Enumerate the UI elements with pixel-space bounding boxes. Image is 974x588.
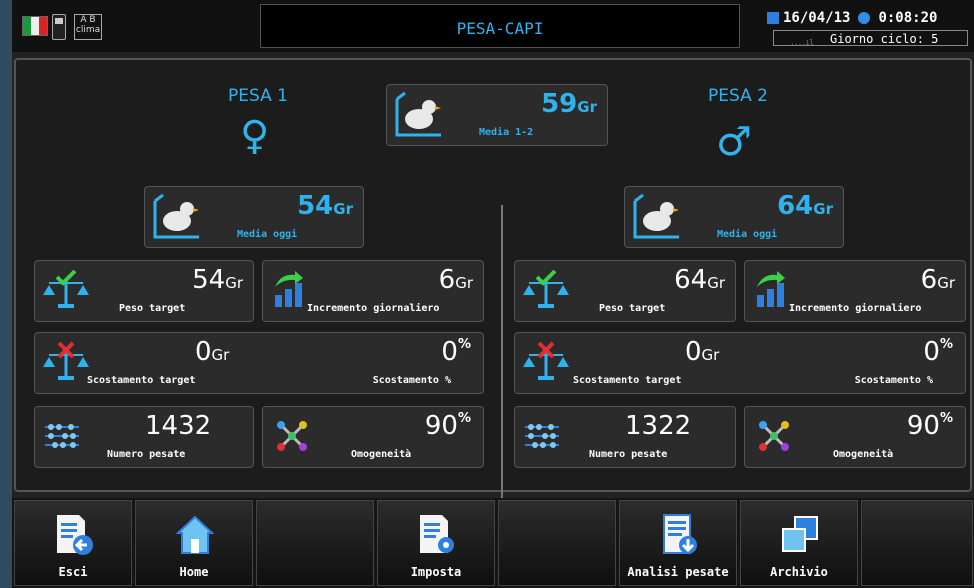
pesa1-incremento-label: Incremento giornaliero bbox=[307, 303, 440, 314]
scale-cross-icon bbox=[43, 341, 89, 380]
female-symbol-icon: ♀ bbox=[240, 113, 270, 159]
bar-chart-up-icon bbox=[275, 271, 303, 307]
pesa1-scostamento-pct-label: Scostamento % bbox=[372, 375, 451, 386]
archivio-label: Archivio bbox=[770, 565, 828, 579]
center-divider bbox=[501, 205, 503, 525]
pesa2-omogeneita-label: Omogeneità bbox=[833, 449, 894, 460]
pesa1-omogeneita-value: 90% bbox=[424, 411, 471, 441]
pesa1-incremento-value: 6Gr bbox=[438, 265, 473, 295]
italian-flag-icon[interactable] bbox=[22, 16, 48, 36]
scale-cross-icon bbox=[523, 341, 569, 380]
chick-icon bbox=[153, 193, 199, 239]
date-text: 16/04/13 bbox=[783, 10, 851, 26]
calendar-icon bbox=[767, 12, 779, 24]
imposta-label: Imposta bbox=[410, 565, 462, 579]
empty-button-1[interactable] bbox=[256, 500, 374, 586]
pesa2-incremento-value: 6Gr bbox=[920, 265, 955, 295]
time-text: 0:08:20 bbox=[878, 10, 938, 26]
analisi-pesate-label: Analisi pesate bbox=[627, 565, 729, 579]
settings-document-icon bbox=[420, 515, 454, 553]
pesa1-media-card[interactable]: 54Gr Media oggi bbox=[144, 186, 364, 248]
top-bar: A Bclima PESA-CAPI 16/04/13 0:08:20 ....ı… bbox=[12, 0, 974, 52]
pesa2-media-card[interactable]: 64Gr Media oggi bbox=[624, 186, 844, 248]
molecule-icon bbox=[277, 421, 307, 451]
molecule-icon bbox=[759, 421, 789, 451]
chick-icon bbox=[633, 193, 679, 239]
usb-icon[interactable] bbox=[52, 14, 66, 40]
media-1-2-value: 59Gr bbox=[541, 89, 597, 119]
esci-button[interactable]: Esci bbox=[14, 500, 132, 586]
male-symbol-icon: ♂ bbox=[716, 119, 752, 165]
pesa1-numero-label: Numero pesate bbox=[107, 449, 186, 460]
pesa2-scostamento-pct-value: 0% bbox=[923, 337, 953, 367]
pesa2-scostamento-label: Scostamento target bbox=[573, 375, 682, 386]
analisi-pesate-button[interactable]: Analisi pesate bbox=[619, 500, 737, 586]
pesa1-title: PESA 1 bbox=[228, 86, 288, 106]
pesa2-scostamento-value: 0Gr bbox=[685, 337, 720, 367]
bar-chart-up-icon bbox=[757, 271, 785, 307]
cycle-text: Giorno ciclo: 5 bbox=[830, 32, 939, 46]
date-time: 16/04/13 0:08:20 bbox=[767, 10, 937, 26]
title-box: PESA-CAPI bbox=[260, 4, 740, 48]
home-icon bbox=[176, 515, 214, 554]
pesa1-numero-value: 1432 bbox=[145, 411, 212, 441]
pesa1-scostamento-card[interactable]: 0Gr Scostamento target 0% Scostamento % bbox=[34, 332, 484, 394]
signal-icon: ....ıl bbox=[790, 38, 814, 47]
clima-ab-icon[interactable]: A Bclima bbox=[74, 14, 102, 40]
empty-button-3[interactable] bbox=[861, 500, 973, 586]
media-1-2-card[interactable]: 59Gr Media 1-2 bbox=[386, 84, 608, 146]
scale-check-icon bbox=[43, 269, 89, 308]
pesa2-peso-target-card[interactable]: 64Gr Peso target bbox=[514, 260, 736, 322]
archive-windows-icon bbox=[782, 516, 818, 552]
pesa1-omogeneita-label: Omogeneità bbox=[351, 449, 412, 460]
pesa1-incremento-card[interactable]: 6Gr Incremento giornaliero bbox=[262, 260, 484, 322]
pesa2-peso-target-label: Peso target bbox=[599, 303, 666, 314]
pesa2-media-label: Media oggi bbox=[717, 229, 778, 240]
pesa2-omogeneita-value: 90% bbox=[906, 411, 953, 441]
analysis-document-icon bbox=[663, 514, 697, 554]
pesa1-media-value: 54Gr bbox=[297, 191, 353, 221]
pesa1-peso-target-card[interactable]: 54Gr Peso target bbox=[34, 260, 254, 322]
abacus-icon bbox=[525, 424, 559, 448]
pesa1-numero-card[interactable]: 1432 Numero pesate bbox=[34, 406, 254, 468]
pesa2-incremento-card[interactable]: 6Gr Incremento giornaliero bbox=[744, 260, 966, 322]
cycle-box: ....ıl Giorno ciclo: 5 bbox=[773, 30, 968, 47]
pesa2-scostamento-pct-label: Scostamento % bbox=[854, 375, 933, 386]
screen: A Bclima PESA-CAPI 16/04/13 0:08:20 ....ı… bbox=[12, 0, 974, 588]
media-1-2-label: Media 1-2 bbox=[479, 127, 534, 138]
scale-check-icon bbox=[523, 269, 569, 308]
home-label: Home bbox=[179, 565, 209, 579]
pesa2-scostamento-card[interactable]: 0Gr Scostamento target 0% Scostamento % bbox=[514, 332, 966, 394]
pesa1-scostamento-label: Scostamento target bbox=[87, 375, 196, 386]
page-title: PESA-CAPI bbox=[456, 19, 544, 38]
pesa2-omogeneita-card[interactable]: 90% Omogeneità bbox=[744, 406, 966, 468]
pesa2-numero-label: Numero pesate bbox=[589, 449, 668, 460]
abacus-icon bbox=[45, 424, 79, 448]
home-button[interactable]: Home bbox=[135, 500, 253, 586]
archivio-button[interactable]: Archivio bbox=[740, 500, 858, 586]
pesa2-numero-value: 1322 bbox=[625, 411, 692, 441]
pesa2-media-value: 64Gr bbox=[777, 191, 833, 221]
imposta-button[interactable]: Imposta bbox=[377, 500, 495, 586]
pesa1-omogeneita-card[interactable]: 90% Omogeneità bbox=[262, 406, 484, 468]
pesa1-media-label: Media oggi bbox=[237, 229, 298, 240]
empty-button-2[interactable] bbox=[498, 500, 616, 586]
pesa2-peso-target-value: 64Gr bbox=[674, 265, 725, 295]
pesa1-scostamento-value: 0Gr bbox=[195, 337, 230, 367]
exit-document-icon bbox=[57, 515, 93, 555]
main-panel: PESA 1 ♀ PESA 2 ♂ 59Gr Media 1-2 54Gr Me… bbox=[14, 58, 972, 525]
clock-icon bbox=[858, 12, 871, 24]
chick-icon bbox=[395, 91, 441, 137]
pesa2-title: PESA 2 bbox=[708, 86, 768, 106]
bottom-toolbar: Esci Home Imposta Analisi pesate Archivi… bbox=[12, 498, 974, 588]
pesa2-incremento-label: Incremento giornaliero bbox=[789, 303, 922, 314]
pesa2-numero-card[interactable]: 1322 Numero pesate bbox=[514, 406, 736, 468]
clima-label: clima bbox=[75, 25, 101, 35]
esci-label: Esci bbox=[58, 565, 88, 579]
pesa1-scostamento-pct-value: 0% bbox=[441, 337, 471, 367]
pesa1-peso-target-value: 54Gr bbox=[192, 265, 243, 295]
pesa1-peso-target-label: Peso target bbox=[119, 303, 186, 314]
